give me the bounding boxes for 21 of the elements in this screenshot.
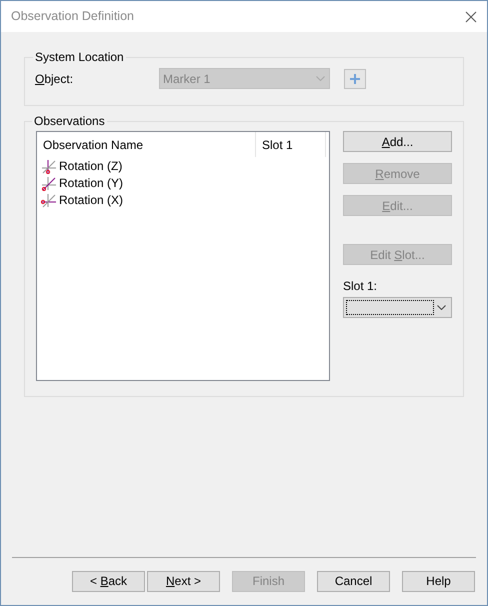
list-item[interactable]: Rotation (X) bbox=[41, 191, 329, 208]
chevron-down-icon bbox=[437, 305, 446, 310]
list-item[interactable]: Rotation (Y) bbox=[41, 174, 329, 191]
close-icon[interactable] bbox=[465, 10, 477, 22]
object-label: Object: bbox=[35, 70, 74, 88]
group-title: Observations bbox=[33, 113, 106, 130]
wizard-button[interactable]: Help bbox=[402, 570, 475, 592]
plus-icon bbox=[350, 74, 360, 84]
list-item[interactable]: Rotation (Z) bbox=[41, 157, 329, 174]
wizard-button[interactable]: Next > bbox=[147, 570, 220, 592]
group-title: System Location bbox=[34, 49, 125, 66]
column-header[interactable]: Observation Name bbox=[37, 132, 256, 157]
dropdown-value: Marker 1 bbox=[163, 70, 210, 88]
window-title: Observation Definition bbox=[11, 8, 134, 26]
slot-label: Slot 1: bbox=[343, 278, 378, 295]
wizard-button[interactable]: Cancel bbox=[317, 570, 390, 592]
column-header[interactable]: Slot 1 bbox=[256, 132, 326, 157]
chevron-down-icon bbox=[316, 76, 325, 81]
slot-dropdown[interactable] bbox=[343, 297, 452, 318]
action-button[interactable]: Add... bbox=[343, 131, 452, 152]
wizard-button[interactable]: < Back bbox=[72, 570, 145, 592]
